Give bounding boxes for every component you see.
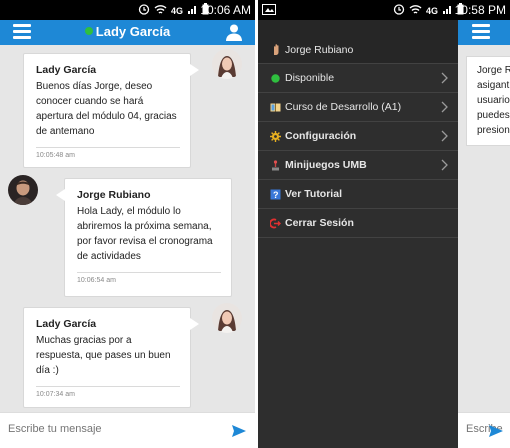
green-dot-icon xyxy=(270,73,281,84)
message-line: Jorge R xyxy=(477,65,510,76)
alarm-icon xyxy=(138,3,150,18)
message-line: asigant xyxy=(477,80,510,91)
chevron-right-icon xyxy=(441,130,448,142)
book-icon xyxy=(270,102,281,113)
avatar-lady xyxy=(212,303,242,333)
message-composer xyxy=(0,412,255,448)
logout-icon xyxy=(269,218,281,229)
drawer-item-label: Curso de Desarrollo (A1) xyxy=(285,101,402,113)
message-text: Buenos días Jorge, deseo conocer cuando … xyxy=(36,81,177,137)
avatar-lady xyxy=(212,49,242,79)
network-icon: 4G xyxy=(171,4,183,18)
chat-peek[interactable]: Jorge R asigant usuario puedes presion xyxy=(458,20,510,448)
drawer-item-tutorial[interactable]: ? Ver Tutorial xyxy=(258,180,458,209)
drawer-item-cerrar-sesion[interactable]: Cerrar Sesión xyxy=(258,209,458,238)
send-icon[interactable] xyxy=(231,424,247,438)
gear-icon xyxy=(270,130,281,142)
message-time: 10:06:54 am xyxy=(77,277,116,284)
network-icon: 4G xyxy=(426,4,438,18)
chevron-right-icon xyxy=(441,101,448,113)
svg-text:?: ? xyxy=(273,190,279,200)
message-line: presion xyxy=(477,125,510,136)
notification-icon xyxy=(262,4,276,18)
drawer-item-label: Configuración xyxy=(285,130,357,142)
signal-icon xyxy=(187,4,198,18)
message-sender: Jorge Rubiano xyxy=(77,189,151,201)
message-bubble: Jorge R asigant usuario puedes presion xyxy=(466,56,510,146)
message-bubble: Lady García Buenos días Jorge, deseo con… xyxy=(23,53,199,168)
avatar-jorge xyxy=(8,175,38,205)
status-time: 10:58 PM xyxy=(454,3,506,17)
help-icon: ? xyxy=(270,189,281,200)
hand-icon xyxy=(270,44,281,55)
app-bar: Lady García xyxy=(0,20,255,45)
drawer-item-configuracion[interactable]: Configuración xyxy=(258,122,458,151)
send-icon[interactable] xyxy=(488,424,504,438)
svg-text:4G: 4G xyxy=(426,6,438,15)
message-bubble: Jorge Rubiano Hola Lady, el módulo lo ab… xyxy=(56,178,232,297)
status-time: 10:06 AM xyxy=(200,3,251,17)
status-icons: 4G xyxy=(138,3,209,18)
message-sender: Lady García xyxy=(36,64,97,76)
message-sender: Lady García xyxy=(36,318,97,330)
message-line: puedes xyxy=(477,110,510,121)
message-input[interactable] xyxy=(8,423,208,435)
drawer-item-label: Minijuegos UMB xyxy=(285,159,367,171)
message-line: usuario xyxy=(477,95,510,106)
chat-screen: 4G 10:06 AM Lady García Lady García Buen… xyxy=(0,0,255,448)
user-profile-icon[interactable] xyxy=(225,23,243,41)
message-list: Lady García Buenos días Jorge, deseo con… xyxy=(0,45,255,410)
wifi-icon xyxy=(154,4,167,18)
message-bubble: Lady García Muchas gracias por a respues… xyxy=(23,307,199,408)
drawer-header xyxy=(258,20,458,36)
svg-text:4G: 4G xyxy=(171,6,183,15)
joystick-icon xyxy=(270,159,281,171)
message-time: 10:07:34 am xyxy=(36,391,75,398)
wifi-icon xyxy=(409,4,422,18)
drawer-profile[interactable]: Jorge Rubiano xyxy=(258,36,458,64)
chevron-right-icon xyxy=(441,159,448,171)
message-text: Muchas gracias por a respuesta, que pase… xyxy=(36,335,171,376)
drawer-item-minijuegos[interactable]: Minijuegos UMB xyxy=(258,151,458,180)
status-icons: 4G xyxy=(393,3,464,18)
menu-icon[interactable] xyxy=(472,24,490,39)
drawer-item-disponible[interactable]: Disponible xyxy=(258,64,458,93)
chat-title: Lady García xyxy=(0,24,255,39)
menu-screen: 4G 10:58 PM Jorge Rubiano Disponible Cur… xyxy=(258,0,510,448)
status-bar: 4G 10:58 PM xyxy=(258,0,510,20)
chevron-right-icon xyxy=(441,72,448,84)
online-status-icon xyxy=(84,27,93,35)
profile-name: Jorge Rubiano xyxy=(285,43,354,56)
status-bar: 4G 10:06 AM xyxy=(0,0,255,20)
drawer-item-label: Disponible xyxy=(285,72,335,84)
message-text: Hola Lady, el módulo lo abriremos la pró… xyxy=(77,206,213,262)
signal-icon xyxy=(442,4,453,18)
alarm-icon xyxy=(393,3,405,18)
drawer-item-label: Cerrar Sesión xyxy=(285,217,354,229)
message-composer xyxy=(458,412,510,448)
contact-name: Lady García xyxy=(95,24,171,39)
drawer-item-curso[interactable]: Curso de Desarrollo (A1) xyxy=(258,93,458,122)
message-time: 10:05:48 am xyxy=(36,152,75,159)
navigation-drawer: Jorge Rubiano Disponible Curso de Desarr… xyxy=(258,20,458,448)
app-bar xyxy=(458,20,510,45)
drawer-item-label: Ver Tutorial xyxy=(285,188,342,200)
